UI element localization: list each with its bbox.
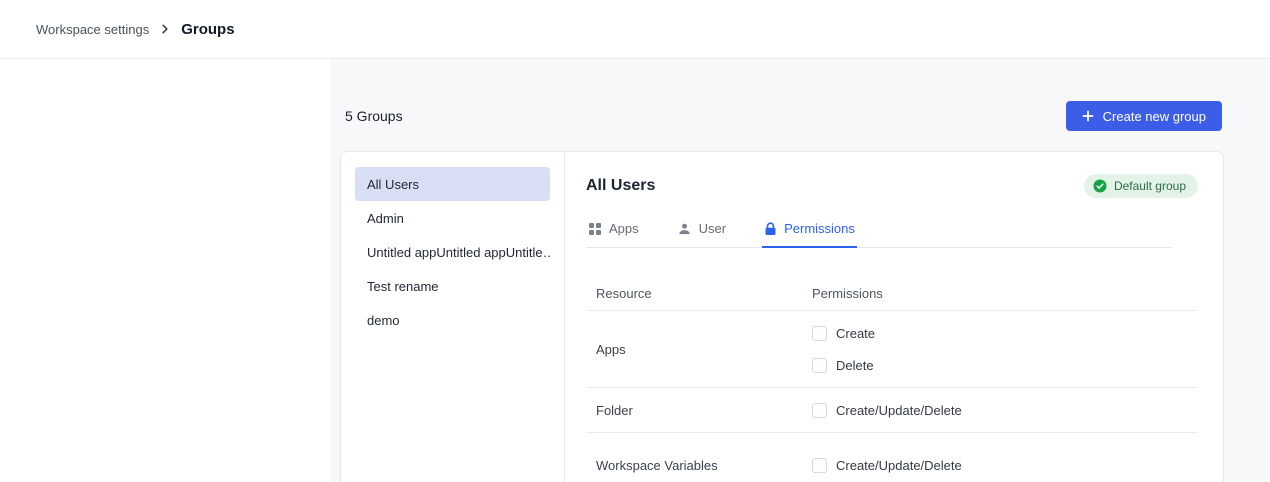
permission-label: Create/Update/Delete <box>836 458 962 473</box>
permissions-column-header: Permissions <box>812 286 1198 301</box>
tab-user[interactable]: User <box>675 213 728 248</box>
group-item-untitled-app[interactable]: Untitled appUntitled appUntitle… <box>355 235 550 269</box>
detail-header: All Users Default group <box>586 172 1198 200</box>
checkbox-folder-cud[interactable] <box>812 403 827 418</box>
apps-grid-icon <box>588 222 602 236</box>
group-list: All Users Admin Untitled appUntitled app… <box>341 152 565 482</box>
checkbox-apps-create[interactable] <box>812 326 827 341</box>
group-item-admin[interactable]: Admin <box>355 201 550 235</box>
groups-count-label: 5 Groups <box>345 108 403 124</box>
checkbox-apps-delete[interactable] <box>812 358 827 373</box>
permission-option: Delete <box>812 349 1198 381</box>
resource-name: Folder <box>586 403 812 418</box>
table-row-apps: Apps Create Delete <box>586 311 1198 388</box>
resource-column-header: Resource <box>586 286 812 301</box>
resource-name: Workspace Variables <box>586 458 812 473</box>
table-row-folder: Folder Create/Update/Delete <box>586 388 1198 433</box>
tab-permissions[interactable]: Permissions <box>762 213 857 248</box>
plus-icon <box>1082 110 1094 122</box>
tab-permissions-label: Permissions <box>784 221 855 236</box>
group-item-demo[interactable]: demo <box>355 303 550 337</box>
tab-bar: Apps User Permissions <box>586 213 1172 248</box>
tab-apps[interactable]: Apps <box>586 213 641 248</box>
group-item-all-users[interactable]: All Users <box>355 167 550 201</box>
table-row-workspace-variables: Workspace Variables Create/Update/Delete <box>586 433 1198 482</box>
permission-option: Create/Update/Delete <box>812 449 1198 481</box>
default-group-badge: Default group <box>1084 174 1198 198</box>
user-icon <box>677 222 692 236</box>
create-new-group-button[interactable]: Create new group <box>1066 101 1222 131</box>
tab-apps-label: Apps <box>609 221 639 236</box>
create-new-group-label: Create new group <box>1103 109 1206 124</box>
group-detail-pane: All Users Default group Apps User <box>565 152 1223 482</box>
default-group-label: Default group <box>1114 179 1186 193</box>
permission-option: Create/Update/Delete <box>812 394 1198 426</box>
group-title: All Users <box>586 177 655 195</box>
permission-label: Delete <box>836 358 874 373</box>
checkbox-workspace-variables-cud[interactable] <box>812 458 827 473</box>
group-item-test-rename[interactable]: Test rename <box>355 269 550 303</box>
breadcrumb-current: Groups <box>181 21 234 38</box>
permission-label: Create <box>836 326 875 341</box>
groups-card: All Users Admin Untitled appUntitled app… <box>341 152 1223 482</box>
permission-option: Create <box>812 317 1198 349</box>
table-header-row: Resource Permissions <box>586 248 1198 311</box>
top-bar: Workspace settings Groups <box>0 0 1270 59</box>
permission-label: Create/Update/Delete <box>836 403 962 418</box>
breadcrumb-workspace-settings[interactable]: Workspace settings <box>36 22 149 37</box>
left-rail <box>0 59 330 482</box>
resource-name: Apps <box>586 342 812 357</box>
permissions-table: Resource Permissions Apps Create Delete <box>586 248 1198 482</box>
tab-user-label: User <box>699 221 726 236</box>
check-circle-icon <box>1093 179 1107 193</box>
chevron-right-icon <box>159 23 171 35</box>
lock-icon <box>764 222 777 236</box>
